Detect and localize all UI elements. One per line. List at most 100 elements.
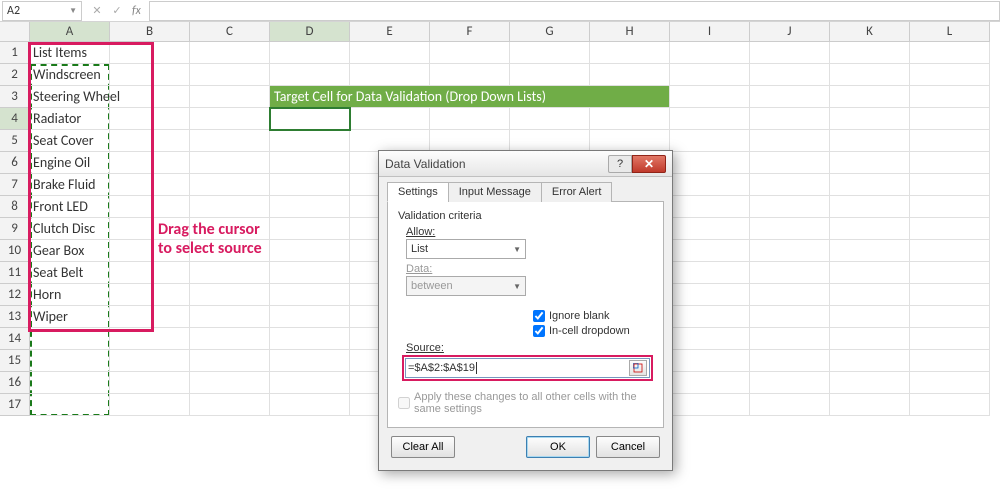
row-header-5[interactable]: 5: [0, 130, 30, 152]
cell-J7[interactable]: [750, 174, 830, 196]
cell-C8[interactable]: [190, 196, 270, 218]
cell-H4[interactable]: [590, 108, 670, 130]
col-header-H[interactable]: H: [590, 22, 670, 42]
cell-I2[interactable]: [670, 64, 750, 86]
cell-K4[interactable]: [830, 108, 910, 130]
cell-H2[interactable]: [590, 64, 670, 86]
cell-K16[interactable]: [830, 372, 910, 394]
tab-error-alert[interactable]: Error Alert: [541, 182, 613, 202]
cell-B13[interactable]: [110, 306, 190, 328]
cell-J14[interactable]: [750, 328, 830, 350]
cell-C2[interactable]: [190, 64, 270, 86]
cell-A5[interactable]: Seat Cover: [30, 130, 110, 152]
cell-E2[interactable]: [350, 64, 430, 86]
cell-A6[interactable]: Engine Oil: [30, 152, 110, 174]
cell-B1[interactable]: [110, 42, 190, 64]
cell-A10[interactable]: Gear Box: [30, 240, 110, 262]
cell-L2[interactable]: [910, 64, 990, 86]
cell-D13[interactable]: [270, 306, 350, 328]
row-header-6[interactable]: 6: [0, 152, 30, 174]
cell-G2[interactable]: [510, 64, 590, 86]
cell-C13[interactable]: [190, 306, 270, 328]
cell-I10[interactable]: [670, 240, 750, 262]
confirm-formula-icon[interactable]: ✓: [108, 2, 126, 20]
row-header-7[interactable]: 7: [0, 174, 30, 196]
cell-D7[interactable]: [270, 174, 350, 196]
row-header-10[interactable]: 10: [0, 240, 30, 262]
cell-G5[interactable]: [510, 130, 590, 152]
cell-I5[interactable]: [670, 130, 750, 152]
cell-B14[interactable]: [110, 328, 190, 350]
cell-L4[interactable]: [910, 108, 990, 130]
cell-A16[interactable]: [30, 372, 110, 394]
ignore-blank-input[interactable]: [533, 310, 545, 322]
cell-J12[interactable]: [750, 284, 830, 306]
col-header-J[interactable]: J: [750, 22, 830, 42]
cell-J17[interactable]: [750, 394, 830, 416]
cell-C11[interactable]: [190, 262, 270, 284]
cell-L8[interactable]: [910, 196, 990, 218]
cell-B8[interactable]: [110, 196, 190, 218]
help-button[interactable]: ?: [608, 155, 632, 173]
cell-A13[interactable]: Wiper: [30, 306, 110, 328]
cell-L17[interactable]: [910, 394, 990, 416]
row-header-8[interactable]: 8: [0, 196, 30, 218]
cancel-button[interactable]: Cancel: [596, 436, 660, 458]
cell-J4[interactable]: [750, 108, 830, 130]
row-header-4[interactable]: 4: [0, 108, 30, 130]
cell-A11[interactable]: Seat Belt: [30, 262, 110, 284]
row-header-16[interactable]: 16: [0, 372, 30, 394]
cell-F1[interactable]: [430, 42, 510, 64]
cell-E5[interactable]: [350, 130, 430, 152]
cell-K3[interactable]: [830, 86, 910, 108]
cell-E4[interactable]: [350, 108, 430, 130]
fx-label[interactable]: fx: [128, 4, 145, 18]
cell-G1[interactable]: [510, 42, 590, 64]
cell-K2[interactable]: [830, 64, 910, 86]
cell-L14[interactable]: [910, 328, 990, 350]
cell-D12[interactable]: [270, 284, 350, 306]
cell-D1[interactable]: [270, 42, 350, 64]
cell-B5[interactable]: [110, 130, 190, 152]
cell-I14[interactable]: [670, 328, 750, 350]
cell-J11[interactable]: [750, 262, 830, 284]
target-cell[interactable]: [270, 108, 350, 130]
cell-K9[interactable]: [830, 218, 910, 240]
col-header-I[interactable]: I: [670, 22, 750, 42]
cell-F5[interactable]: [430, 130, 510, 152]
cell-A2[interactable]: Windscreen: [30, 64, 110, 86]
close-button[interactable]: ✕: [632, 155, 666, 173]
row-header-1[interactable]: 1: [0, 42, 30, 64]
cell-K5[interactable]: [830, 130, 910, 152]
cell-I4[interactable]: [670, 108, 750, 130]
cell-C12[interactable]: [190, 284, 270, 306]
cell-K14[interactable]: [830, 328, 910, 350]
cell-C1[interactable]: [190, 42, 270, 64]
cell-A9[interactable]: Clutch Disc: [30, 218, 110, 240]
cell-I7[interactable]: [670, 174, 750, 196]
cell-L13[interactable]: [910, 306, 990, 328]
cell-J8[interactable]: [750, 196, 830, 218]
row-header-17[interactable]: 17: [0, 394, 30, 416]
cell-C7[interactable]: [190, 174, 270, 196]
cell-L1[interactable]: [910, 42, 990, 64]
cell-J13[interactable]: [750, 306, 830, 328]
cell-L16[interactable]: [910, 372, 990, 394]
cell-B12[interactable]: [110, 284, 190, 306]
row-header-13[interactable]: 13: [0, 306, 30, 328]
cell-K8[interactable]: [830, 196, 910, 218]
col-header-F[interactable]: F: [430, 22, 510, 42]
cell-J6[interactable]: [750, 152, 830, 174]
cell-L11[interactable]: [910, 262, 990, 284]
row-header-2[interactable]: 2: [0, 64, 30, 86]
cell-C15[interactable]: [190, 350, 270, 372]
cell-A12[interactable]: Horn: [30, 284, 110, 306]
cell-I15[interactable]: [670, 350, 750, 372]
cell-C5[interactable]: [190, 130, 270, 152]
cell-I3[interactable]: [670, 86, 750, 108]
cell-D16[interactable]: [270, 372, 350, 394]
cell-J16[interactable]: [750, 372, 830, 394]
cell-L6[interactable]: [910, 152, 990, 174]
cell-K1[interactable]: [830, 42, 910, 64]
cell-I1[interactable]: [670, 42, 750, 64]
